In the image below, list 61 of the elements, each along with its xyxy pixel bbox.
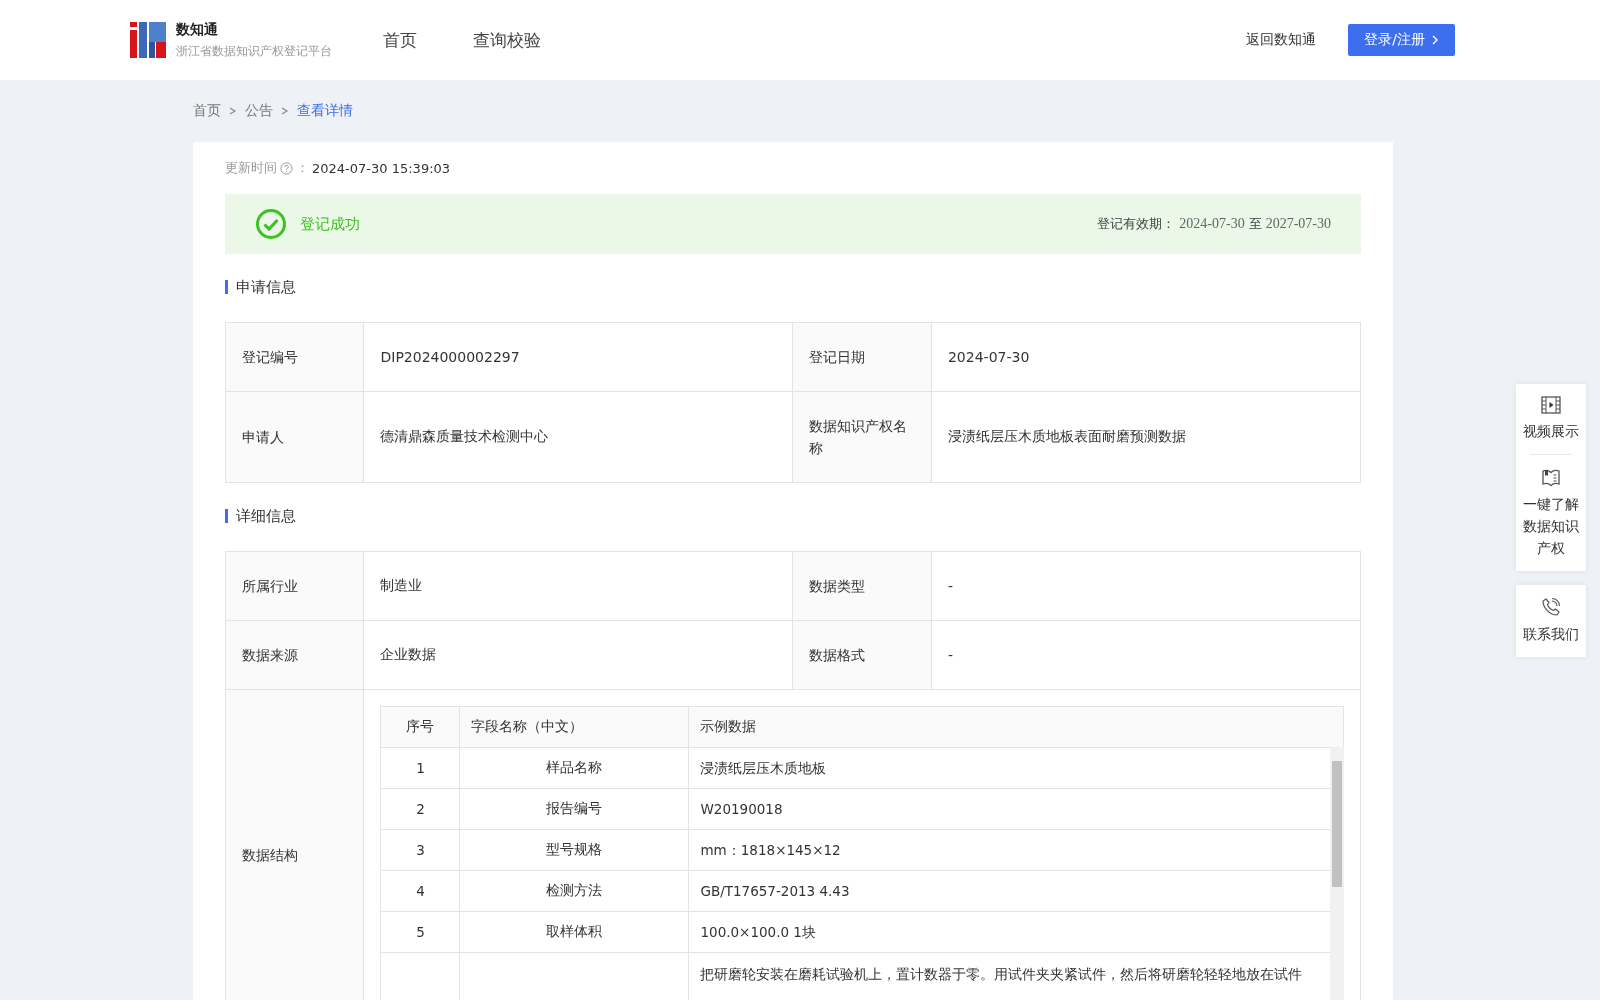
field-value: 德清鼎森质量技术检测中心: [363, 391, 793, 483]
section-title: 申请信息: [225, 280, 1361, 294]
field-value: 制造业: [363, 551, 793, 621]
table-cell: 取样体积: [459, 911, 689, 953]
field-label: 登记编号: [225, 322, 364, 392]
table-cell: 型号规格: [459, 829, 689, 871]
book-icon: [1541, 467, 1561, 487]
side-button[interactable]: 视频展示: [1516, 384, 1586, 454]
brand-subtitle: 浙江省数据知识产权登记平台: [176, 42, 332, 60]
logo-icon: [130, 22, 166, 58]
validity-start: 2024-07-30: [1179, 216, 1245, 232]
field-label: 申请人: [225, 391, 364, 483]
field-value: 浸渍纸层压木质地板表面耐磨预测数据: [931, 391, 1361, 483]
help-icon: [280, 161, 293, 175]
table-cell: 4: [380, 870, 460, 912]
field-value: -: [931, 620, 1361, 690]
table-cell: 1: [380, 747, 460, 789]
field-label: 数据知识产权名称: [793, 391, 932, 483]
status-text: 登记成功: [300, 214, 360, 234]
breadcrumb-link[interactable]: 首页: [193, 102, 221, 120]
breadcrumb-separator-icon: [281, 106, 289, 116]
update-time: 2024-07-30 15:39:03: [312, 160, 451, 176]
table-cell: 3: [380, 829, 460, 871]
side-button[interactable]: 一键了解数据知识产权: [1516, 455, 1586, 571]
section-title: 详细信息: [225, 509, 1361, 523]
field-label: 数据类型: [793, 551, 932, 621]
field-label: 数据结构: [225, 689, 364, 1000]
column-header: 示例数据: [688, 706, 1344, 748]
breadcrumb-link[interactable]: 查看详情: [297, 102, 353, 120]
table-cell: 5: [380, 911, 460, 953]
update-label: 更新时间: [225, 159, 277, 177]
table-cell: 2: [380, 788, 460, 830]
breadcrumb-link[interactable]: 公告: [245, 102, 273, 120]
field-value: 2024-07-30: [931, 322, 1361, 392]
breadcrumb-separator-icon: [229, 106, 237, 116]
field-value: DIP2024000002297: [363, 322, 793, 392]
colon: ：: [296, 159, 309, 177]
validity-to: 至: [1248, 215, 1262, 233]
check-circle-icon: [255, 208, 287, 240]
validity-label: 登记有效期：: [1097, 215, 1176, 233]
login-button[interactable]: 登录/注册: [1348, 24, 1455, 56]
film-icon: [1541, 396, 1561, 414]
column-header: 字段名称（中文）: [459, 706, 689, 748]
brand-name: 数知通: [176, 20, 219, 39]
side-button[interactable]: 联系我们: [1516, 585, 1586, 657]
field-label: 数据来源: [225, 620, 364, 690]
column-header: 序号: [380, 706, 460, 748]
field-label: 所属行业: [225, 551, 364, 621]
back-link[interactable]: 返回数知通: [1246, 31, 1317, 49]
nav-link[interactable]: 查询校验: [473, 28, 541, 52]
field-label: 数据格式: [793, 620, 932, 690]
table-cell: 报告编号: [459, 788, 689, 830]
table-cell: 样品名称: [459, 747, 689, 789]
field-value: 企业数据: [363, 620, 793, 690]
field-label: 登记日期: [793, 322, 932, 392]
chevron-right-icon: [1431, 35, 1439, 45]
validity-end: 2027-07-30: [1265, 216, 1331, 232]
phone-icon: [1541, 597, 1561, 617]
field-value: -: [931, 551, 1361, 621]
table-cell: 检测方法: [459, 870, 689, 912]
nav-link[interactable]: 首页: [383, 28, 417, 52]
